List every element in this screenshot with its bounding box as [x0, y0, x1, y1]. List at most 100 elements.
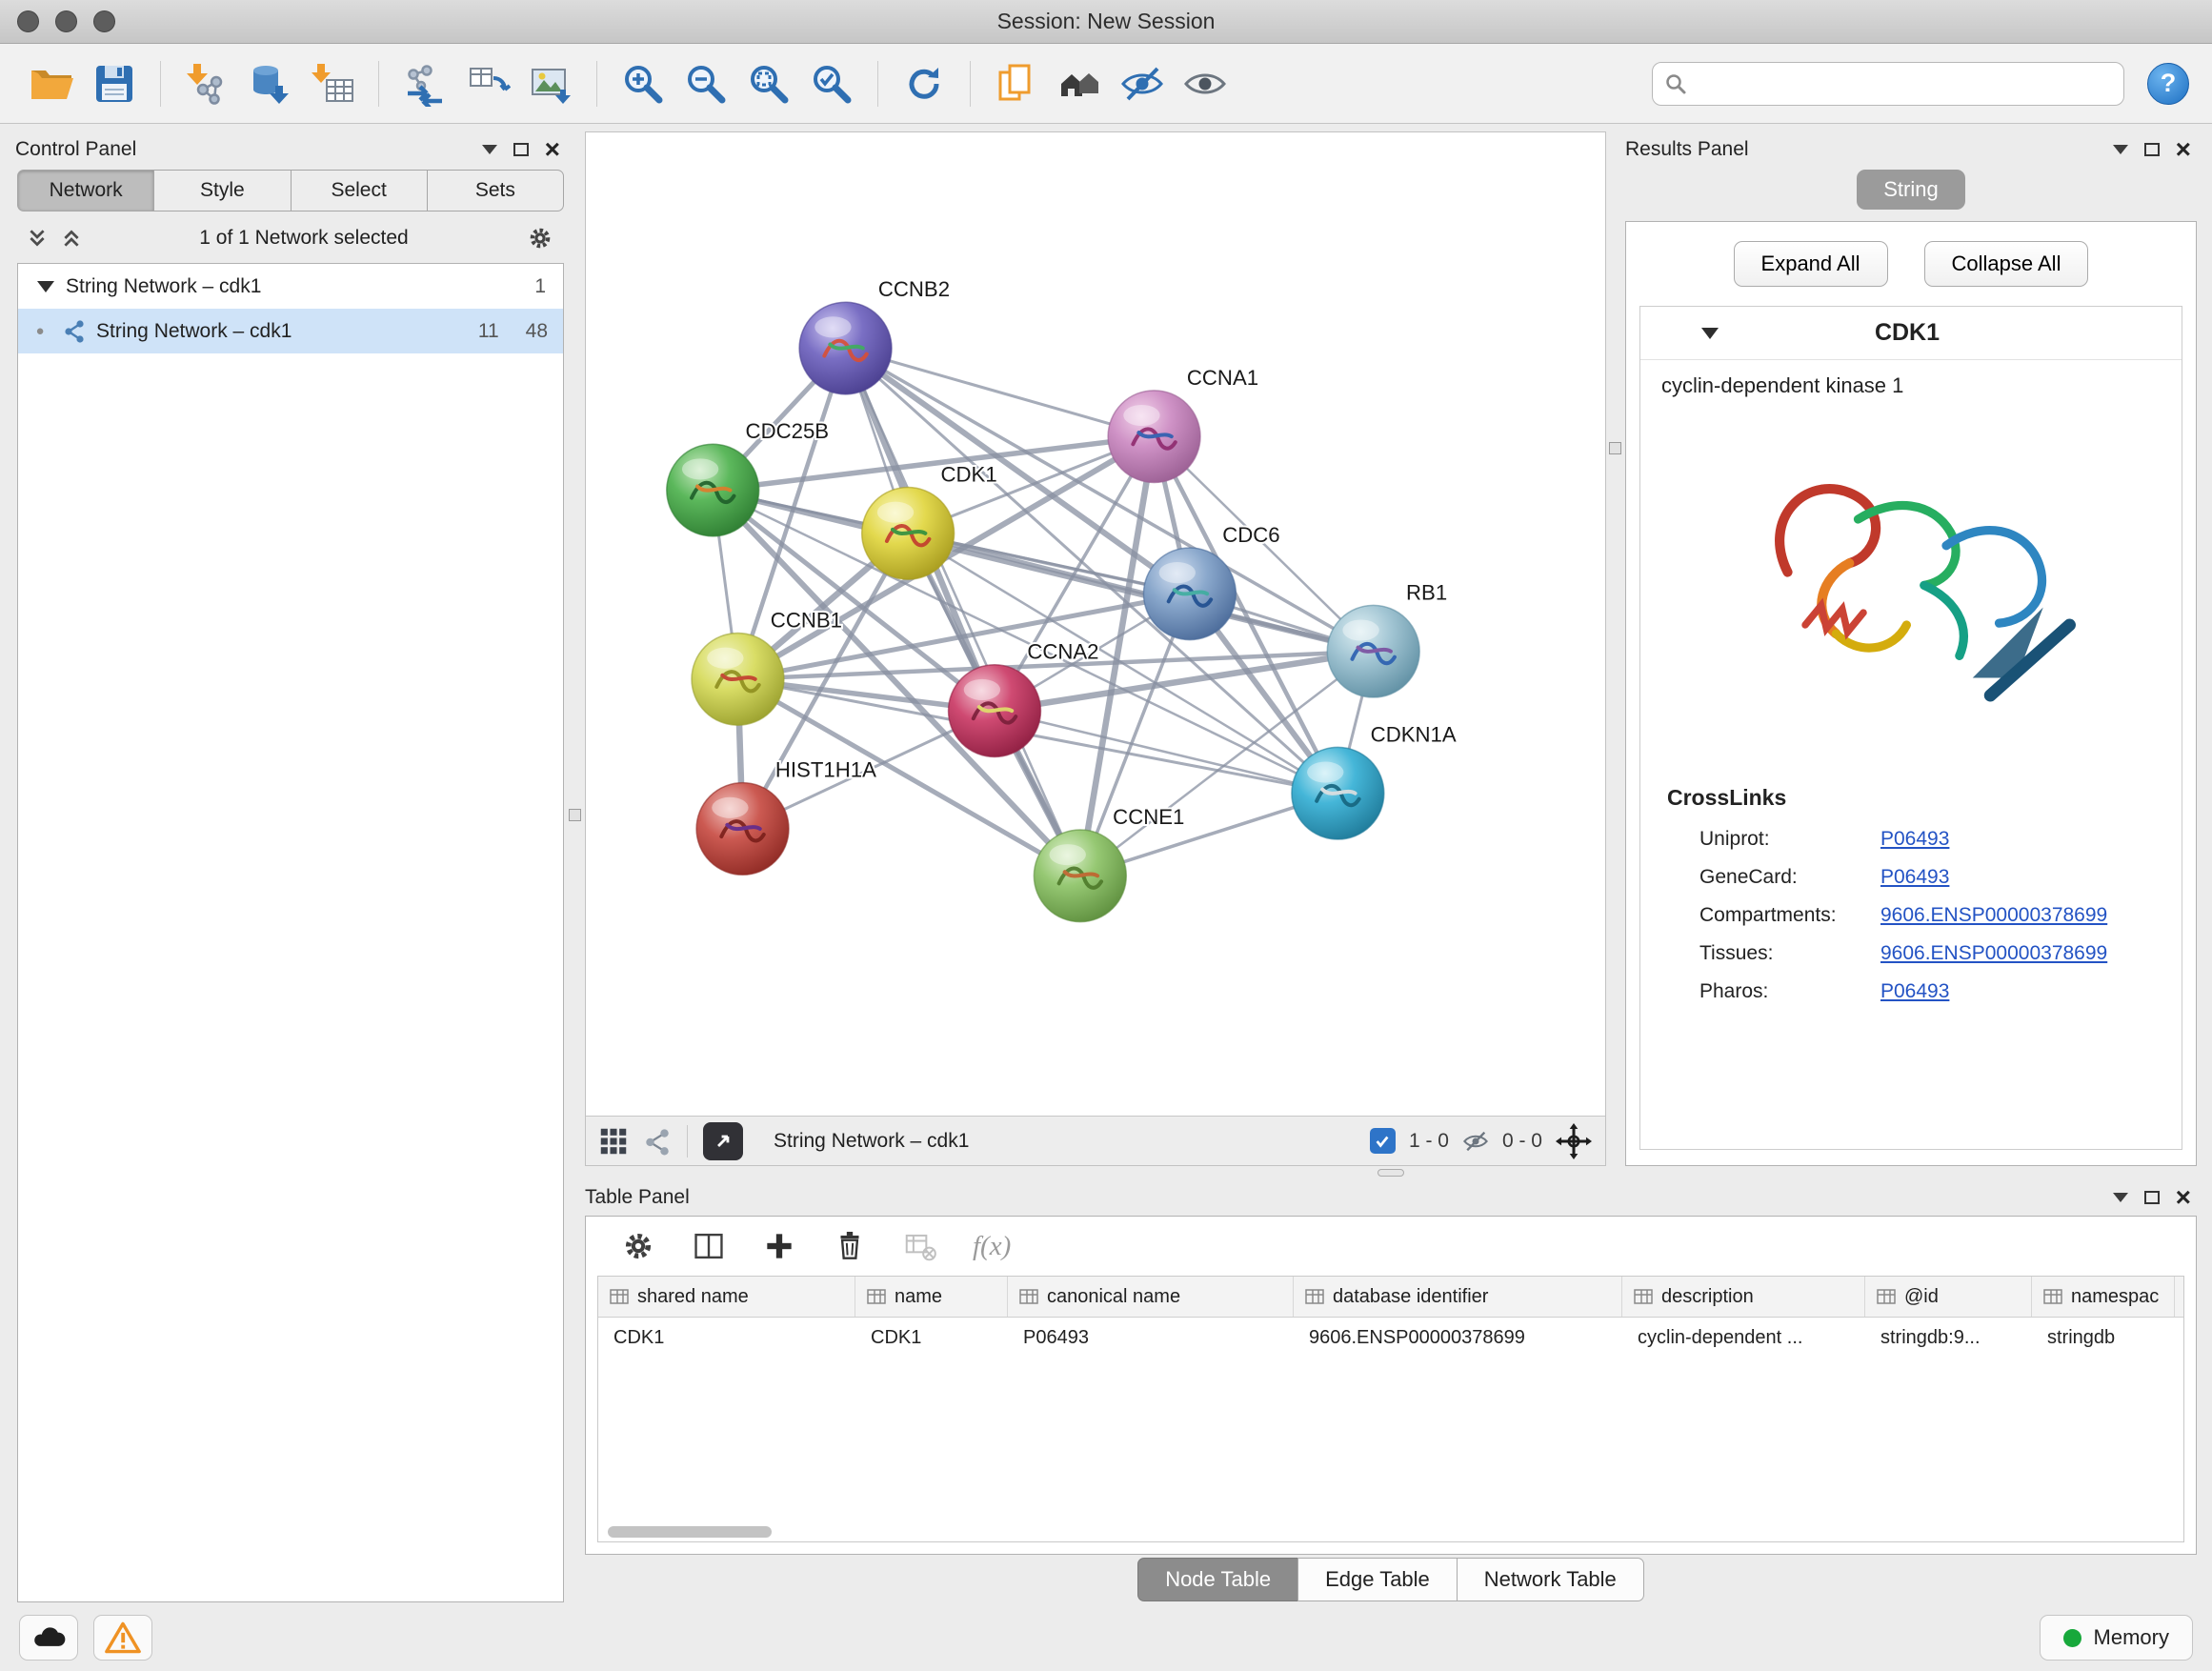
column-header-description[interactable]: description	[1622, 1277, 1865, 1317]
splitter-handle[interactable]	[1609, 442, 1621, 454]
horizontal-scrollbar[interactable]	[598, 1522, 2183, 1541]
left-splitter[interactable]	[566, 131, 585, 1604]
copy-documents-button[interactable]	[988, 55, 1045, 112]
table-cell[interactable]: CDK1	[598, 1318, 855, 1358]
network-node-CDK1[interactable]	[862, 488, 955, 580]
horizontal-splitter[interactable]	[585, 1166, 2197, 1179]
network-visibility-dot[interactable]: ●	[18, 323, 62, 339]
network-node-CCNA2[interactable]	[949, 665, 1041, 757]
network-node-CDC25B[interactable]	[667, 444, 759, 536]
memory-button[interactable]: Memory	[2040, 1615, 2193, 1661]
network-node-CCNA1[interactable]	[1108, 391, 1200, 483]
tab-network[interactable]: Network	[17, 170, 154, 211]
accordion-collapse-icon[interactable]	[1701, 328, 1719, 339]
table-row[interactable]: CDK1CDK1P064939606.ENSP00000378699cyclin…	[598, 1318, 2183, 1358]
zoom-fit-button[interactable]	[740, 55, 797, 112]
show-all-button[interactable]	[1176, 55, 1234, 112]
pan-crosshair-icon[interactable]	[1556, 1123, 1592, 1159]
column-header-name[interactable]: name	[855, 1277, 1008, 1317]
network-node-CCNE1[interactable]	[1034, 830, 1126, 922]
network-row[interactable]: ● String Network – cdk1 11 48	[18, 309, 563, 353]
minimize-window-button[interactable]	[55, 10, 77, 32]
protein-accordion-header[interactable]: CDK1	[1640, 307, 2182, 360]
crosslink-link[interactable]: 9606.ENSP00000378699	[1880, 942, 2107, 965]
column-header-namespac[interactable]: namespac	[2032, 1277, 2175, 1317]
close-panel-icon[interactable]: ×	[2176, 136, 2191, 163]
float-panel-icon[interactable]	[2144, 143, 2160, 156]
grid-view-icon[interactable]	[599, 1127, 628, 1156]
gear-icon[interactable]	[526, 224, 554, 252]
expand-all-chevrons-icon[interactable]	[61, 228, 82, 249]
network-node-CCNB1[interactable]	[692, 634, 784, 726]
apply-layout-button[interactable]	[895, 55, 953, 112]
delete-column-icon[interactable]	[832, 1228, 868, 1264]
zoom-out-button[interactable]	[677, 55, 734, 112]
collapse-all-button[interactable]: Collapse All	[1924, 241, 2089, 287]
zoom-in-button[interactable]	[614, 55, 672, 112]
tab-edge-table[interactable]: Edge Table	[1297, 1558, 1458, 1601]
graphics-details-icon[interactable]	[643, 1127, 672, 1156]
close-panel-icon[interactable]: ×	[2176, 1184, 2191, 1211]
network-node-CDKN1A[interactable]	[1292, 747, 1384, 839]
home-button[interactable]	[1051, 55, 1108, 112]
panel-menu-icon[interactable]	[482, 145, 497, 154]
cloud-button[interactable]	[19, 1615, 78, 1661]
table-cell[interactable]: 9606.ENSP00000378699	[1294, 1318, 1622, 1358]
save-session-button[interactable]	[86, 55, 143, 112]
crosslink-link[interactable]: P06493	[1880, 828, 1949, 851]
export-image-button[interactable]	[522, 55, 579, 112]
panel-menu-icon[interactable]	[2113, 145, 2128, 154]
tab-sets[interactable]: Sets	[427, 170, 564, 211]
table-cell[interactable]: cyclin-dependent ...	[1622, 1318, 1865, 1358]
function-builder-icon[interactable]: f(x)	[973, 1231, 1011, 1262]
float-panel-icon[interactable]	[513, 143, 529, 156]
splitter-handle[interactable]	[569, 809, 581, 821]
import-table-from-file-button[interactable]	[304, 55, 361, 112]
clone-network-button[interactable]	[459, 55, 516, 112]
scrollbar-thumb[interactable]	[608, 1526, 772, 1538]
help-button[interactable]: ?	[2147, 63, 2189, 105]
hide-selected-button[interactable]	[1114, 55, 1171, 112]
table-cell[interactable]: stringdb	[2032, 1318, 2175, 1358]
show-columns-icon[interactable]	[691, 1228, 727, 1264]
table-settings-gear-icon[interactable]	[620, 1228, 656, 1264]
table-cell[interactable]: CDK1	[855, 1318, 1008, 1358]
tab-network-table[interactable]: Network Table	[1457, 1558, 1644, 1601]
collection-expand-icon[interactable]	[37, 281, 54, 292]
right-splitter[interactable]	[1606, 131, 1625, 1166]
close-panel-icon[interactable]: ×	[545, 136, 560, 163]
expand-all-button[interactable]: Expand All	[1734, 241, 1888, 287]
crosslink-link[interactable]: P06493	[1880, 866, 1949, 889]
zoom-window-button[interactable]	[93, 10, 115, 32]
new-network-from-selection-button[interactable]	[396, 55, 453, 112]
network-node-RB1[interactable]	[1327, 605, 1419, 697]
table-cell[interactable]: P06493	[1008, 1318, 1294, 1358]
tab-style[interactable]: Style	[153, 170, 291, 211]
tab-node-table[interactable]: Node Table	[1137, 1558, 1298, 1601]
network-node-HIST1H1A[interactable]	[696, 783, 789, 876]
open-session-button[interactable]	[23, 55, 80, 112]
zoom-selected-button[interactable]	[803, 55, 860, 112]
network-collection-row[interactable]: String Network – cdk1 1	[18, 264, 563, 309]
tab-select[interactable]: Select	[291, 170, 428, 211]
column-header-canonical-name[interactable]: canonical name	[1008, 1277, 1294, 1317]
column-header-database-identifier[interactable]: database identifier	[1294, 1277, 1622, 1317]
import-network-from-database-button[interactable]	[241, 55, 298, 112]
warnings-button[interactable]	[93, 1615, 152, 1661]
network-node-CDC6[interactable]	[1143, 548, 1236, 640]
network-edge[interactable]	[846, 349, 1155, 437]
crosslink-link[interactable]: 9606.ENSP00000378699	[1880, 904, 2107, 927]
column-header-shared-name[interactable]: shared name	[598, 1277, 855, 1317]
collapse-all-chevrons-icon[interactable]	[27, 228, 48, 249]
import-network-from-file-button[interactable]	[178, 55, 235, 112]
table-cell[interactable]: stringdb:9...	[1865, 1318, 2032, 1358]
network-canvas[interactable]: CCNB2CCNA1CDC25BCDK1CDC6RB1CCNB1CCNA2CDK…	[586, 132, 1605, 1116]
panel-menu-icon[interactable]	[2113, 1193, 2128, 1202]
search-input[interactable]	[1695, 72, 2112, 95]
string-tab[interactable]: String	[1857, 170, 1964, 210]
column-header--id[interactable]: @id	[1865, 1277, 2032, 1317]
float-panel-icon[interactable]	[2144, 1191, 2160, 1204]
birdseye-toggle-button[interactable]	[703, 1122, 743, 1160]
crosslink-link[interactable]: P06493	[1880, 980, 1949, 1003]
splitter-grip[interactable]	[1377, 1169, 1404, 1177]
